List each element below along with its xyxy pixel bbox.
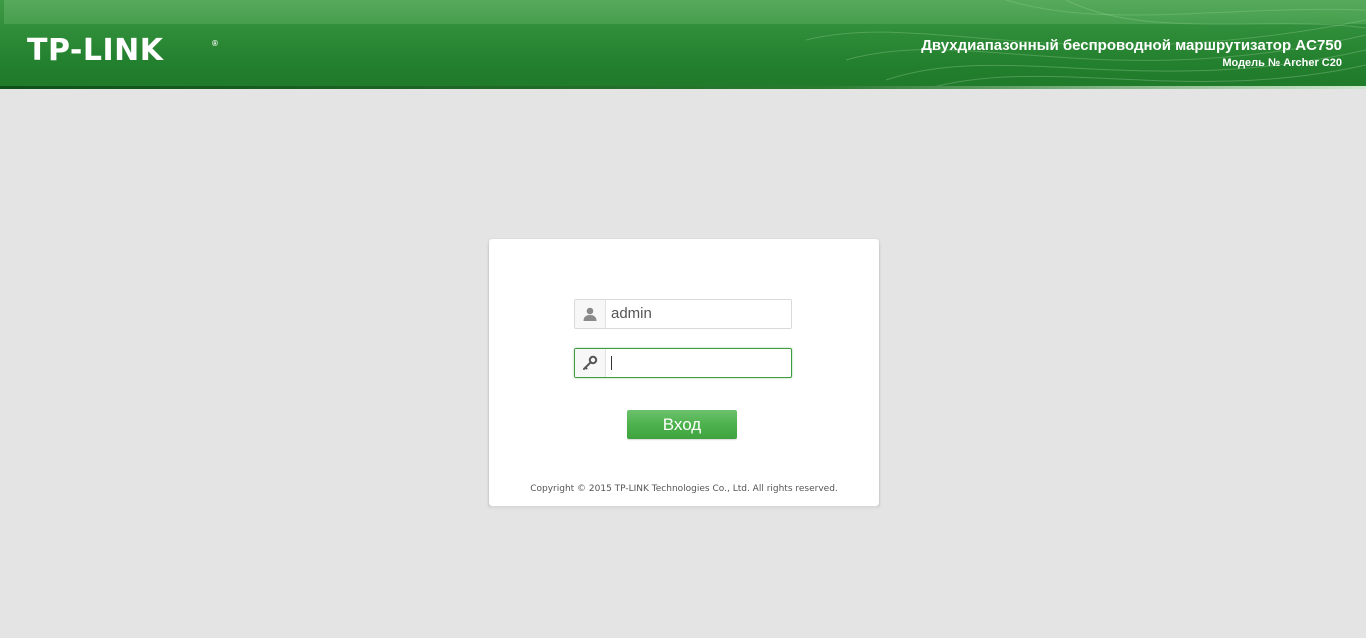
tp-link-logo: TP-LINK [27, 33, 164, 68]
user-icon [575, 300, 606, 328]
product-model: Модель № Archer C20 [1222, 57, 1342, 69]
text-cursor [611, 356, 612, 370]
login-button[interactable]: Вход [627, 410, 737, 439]
registered-mark: ® [212, 39, 218, 48]
password-field[interactable] [574, 348, 792, 378]
login-panel: Вход Copyright © 2015 TP-LINK Technologi… [489, 239, 879, 506]
username-field[interactable] [574, 299, 792, 329]
product-title: Двухдиапазонный беспроводной маршрутизат… [921, 37, 1342, 54]
login-panel-shadow [489, 506, 879, 510]
key-icon [575, 349, 606, 377]
username-input[interactable] [611, 300, 787, 328]
header-bottom-line [0, 86, 1366, 89]
copyright-text: Copyright © 2015 TP-LINK Technologies Co… [530, 484, 838, 494]
header-banner: TP-LINK ® Двухдиапазонный беспроводной м… [0, 0, 1366, 89]
password-input[interactable] [611, 349, 787, 377]
